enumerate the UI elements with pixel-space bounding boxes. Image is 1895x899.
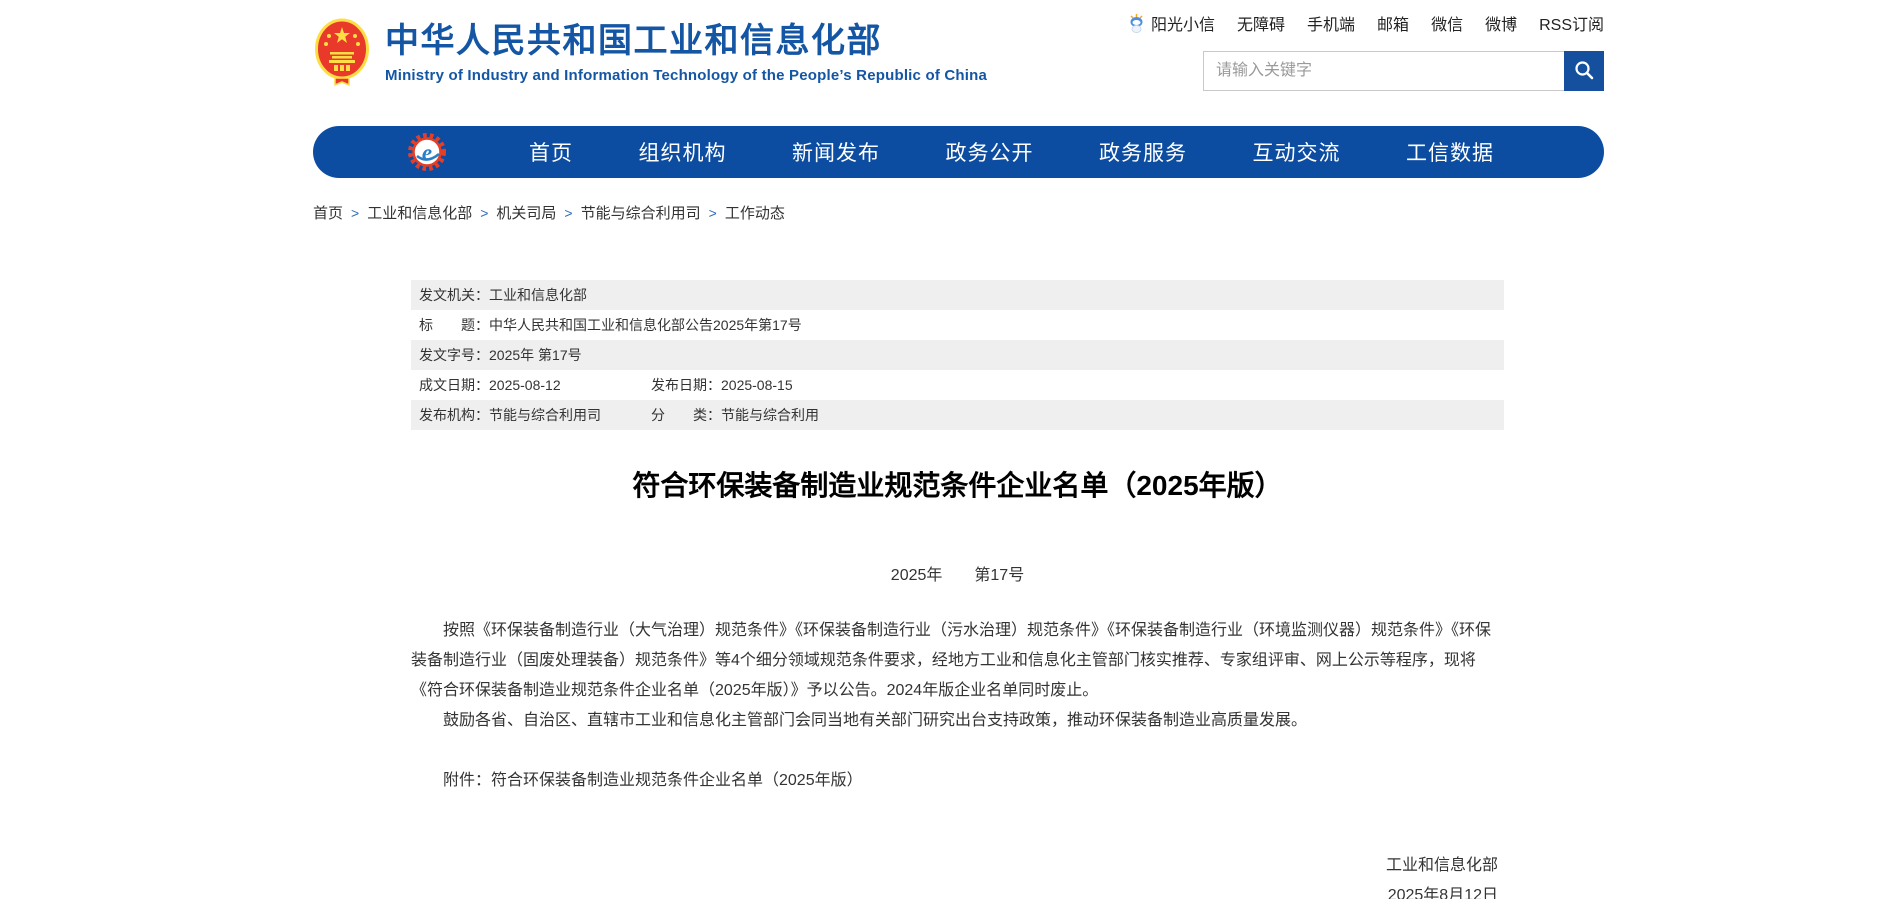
page: 中华人民共和国工业和信息化部 Ministry of Industry and … <box>0 0 1895 899</box>
article-body: 按照《环保装备制造行业（大气治理）规范条件》《环保装备制造行业（污水治理）规范条… <box>411 616 1504 736</box>
meta-table: 发文机关： 工业和信息化部 标 题： 中华人民共和国工业和信息化部公告2025年… <box>411 280 1504 430</box>
breadcrumb-separator: > <box>480 205 488 221</box>
nav-item-gov-disclosure[interactable]: 政务公开 <box>946 137 1034 167</box>
breadcrumb-separator: > <box>709 205 717 221</box>
paragraph: 鼓励各省、自治区、直辖市工业和信息化主管部门会同当地有关部门研究出台支持政策，推… <box>411 706 1504 736</box>
meta-row: 发布机构： 节能与综合利用司 分 类： 节能与综合利用 <box>411 400 1504 430</box>
meta-label: 分 类： <box>651 400 721 430</box>
top-link-mail[interactable]: 邮箱 <box>1377 11 1409 35</box>
nav-item-miit-data[interactable]: 工信数据 <box>1406 137 1494 167</box>
meta-value: 2025-08-12 <box>489 370 561 400</box>
top-link-label: 阳光小信 <box>1151 11 1215 35</box>
meta-label: 发文字号： <box>419 340 489 370</box>
nav-items: 首页 组织机构 新闻发布 政务公开 政务服务 互动交流 工信数据 <box>449 137 1604 167</box>
miit-logo-icon[interactable]: e <box>405 130 449 174</box>
nav-item-news[interactable]: 新闻发布 <box>792 137 880 167</box>
top-link-mobile[interactable]: 手机端 <box>1307 11 1355 35</box>
breadcrumb-separator: > <box>351 205 359 221</box>
search-bar <box>1203 51 1604 91</box>
breadcrumb: 首页 > 工业和信息化部 > 机关司局 > 节能与综合利用司 > 工作动态 <box>313 202 1604 223</box>
top-link-weibo[interactable]: 微博 <box>1485 11 1517 35</box>
header-right: 阳光小信 无障碍 手机端 邮箱 微信 微博 RSS订阅 <box>1127 12 1604 91</box>
attachment-link[interactable]: 附件：符合环保装备制造业规范条件企业名单（2025年版） <box>411 766 1504 796</box>
breadcrumb-home[interactable]: 首页 <box>313 202 343 223</box>
national-emblem-icon <box>315 18 369 88</box>
meta-label: 发布机构： <box>419 400 489 430</box>
meta-value: 2025年 第17号 <box>489 340 582 370</box>
signature-block: 工业和信息化部 2025年8月12日 <box>411 851 1504 899</box>
meta-row: 成文日期： 2025-08-12 发布日期： 2025-08-15 <box>411 370 1504 400</box>
meta-value: 节能与综合利用司 <box>489 400 601 430</box>
breadcrumb-miit[interactable]: 工业和信息化部 <box>367 202 472 223</box>
search-input[interactable] <box>1203 51 1564 91</box>
meta-label: 发布日期： <box>651 370 721 400</box>
site-title: 中华人民共和国工业和信息化部 <box>385 22 987 61</box>
meta-row: 发文字号： 2025年 第17号 <box>411 340 1504 370</box>
article-title: 符合环保装备制造业规范条件企业名单（2025年版） <box>411 466 1504 506</box>
paragraph: 按照《环保装备制造行业（大气治理）规范条件》《环保装备制造行业（污水治理）规范条… <box>411 616 1504 706</box>
top-link-wechat[interactable]: 微信 <box>1431 11 1463 35</box>
meta-value: 节能与综合利用 <box>721 400 819 430</box>
nav-item-organization[interactable]: 组织机构 <box>639 137 727 167</box>
top-links: 阳光小信 无障碍 手机端 邮箱 微信 微博 RSS订阅 <box>1127 12 1604 34</box>
meta-row: 发文机关： 工业和信息化部 <box>411 280 1504 310</box>
breadcrumb-separator: > <box>564 205 572 221</box>
meta-value: 中华人民共和国工业和信息化部公告2025年第17号 <box>489 310 802 340</box>
top-link-sunshine-assistant[interactable]: 阳光小信 <box>1127 11 1215 35</box>
svg-text:e: e <box>422 140 432 165</box>
nav-item-gov-services[interactable]: 政务服务 <box>1099 137 1187 167</box>
top-link-accessibility[interactable]: 无障碍 <box>1237 11 1285 35</box>
nav-item-home[interactable]: 首页 <box>529 137 573 167</box>
document: 发文机关： 工业和信息化部 标 题： 中华人民共和国工业和信息化部公告2025年… <box>411 280 1504 899</box>
brand: 中华人民共和国工业和信息化部 Ministry of Industry and … <box>315 16 987 88</box>
signature-date: 2025年8月12日 <box>411 881 1498 899</box>
nav-item-interaction[interactable]: 互动交流 <box>1253 137 1341 167</box>
robot-icon <box>1127 13 1146 33</box>
breadcrumb-energy-dept[interactable]: 节能与综合利用司 <box>581 202 701 223</box>
search-button[interactable] <box>1564 51 1604 91</box>
breadcrumb-departments[interactable]: 机关司局 <box>496 202 556 223</box>
meta-value: 2025-08-15 <box>721 370 793 400</box>
header: 中华人民共和国工业和信息化部 Ministry of Industry and … <box>313 0 1604 126</box>
meta-label: 发文机关： <box>419 280 489 310</box>
meta-row: 标 题： 中华人民共和国工业和信息化部公告2025年第17号 <box>411 310 1504 340</box>
site-subtitle: Ministry of Industry and Information Tec… <box>385 67 987 84</box>
meta-label: 标 题： <box>419 310 489 340</box>
meta-value: 工业和信息化部 <box>489 280 587 310</box>
search-icon <box>1573 59 1595 84</box>
breadcrumb-current: 工作动态 <box>725 202 785 223</box>
signature-org: 工业和信息化部 <box>411 851 1498 881</box>
top-link-rss[interactable]: RSS订阅 <box>1539 11 1604 35</box>
meta-label: 成文日期： <box>419 370 489 400</box>
main-nav: e 首页 组织机构 新闻发布 政务公开 政务服务 互动交流 工信数据 <box>313 126 1604 178</box>
doc-number: 2025年 第17号 <box>411 561 1504 591</box>
